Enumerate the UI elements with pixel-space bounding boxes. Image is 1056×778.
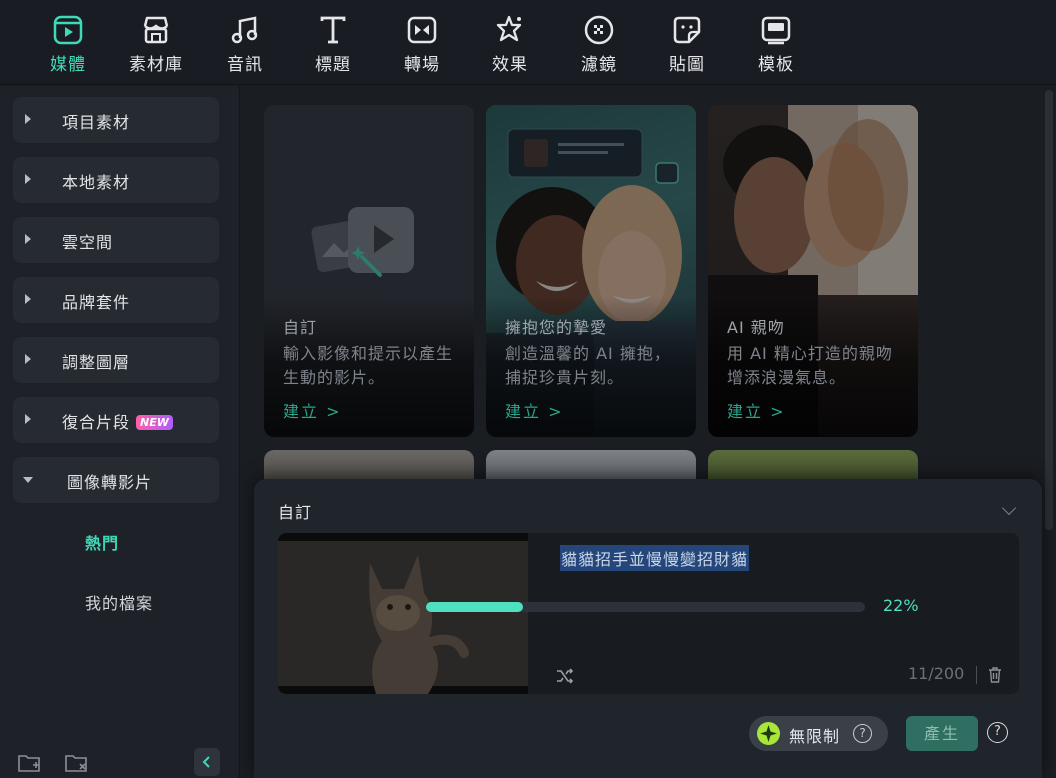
sidebar-subitem-my-files[interactable]: 我的檔案 xyxy=(85,590,153,614)
transition-icon xyxy=(407,16,437,44)
add-folder-icon[interactable] xyxy=(17,752,43,774)
tab-media[interactable]: 媒體 xyxy=(32,14,104,75)
grid-scrollbar[interactable] xyxy=(1045,90,1053,530)
media-icon xyxy=(53,15,83,45)
tab-label: 效果 xyxy=(492,55,528,75)
prompt-box: 貓貓招手並慢慢變招財貓 22% 11/200 xyxy=(278,533,1019,694)
sparkle-icon xyxy=(757,722,780,745)
tab-titles[interactable]: 標題 xyxy=(297,14,369,75)
top-toolbar: 媒體 素材庫 音訊 標題 轉場 效果 濾鏡 貼圖 模板 xyxy=(0,0,1056,85)
sidebar-item-label: 項目素材 xyxy=(62,113,131,132)
chevron-down-icon[interactable] xyxy=(1001,500,1017,516)
tab-label: 素材庫 xyxy=(129,55,183,75)
sidebar-item-adjustment-layer[interactable]: 調整圖層 xyxy=(13,337,219,383)
tab-stickers[interactable]: 貼圖 xyxy=(651,14,723,75)
create-link[interactable]: 建立 > xyxy=(283,398,342,422)
effects-star-icon xyxy=(496,15,522,42)
tab-transitions[interactable]: 轉場 xyxy=(386,14,458,75)
collapse-arrow-icon xyxy=(23,477,33,483)
tab-store[interactable]: 素材庫 xyxy=(120,14,192,75)
tab-label: 媒體 xyxy=(50,55,86,75)
sparkle-glyph-icon xyxy=(760,725,777,742)
divider xyxy=(976,666,977,684)
source-image-thumbnail[interactable] xyxy=(278,533,528,694)
tab-filters[interactable]: 濾鏡 xyxy=(563,14,635,75)
sidebar-item-local-media[interactable]: 本地素材 xyxy=(13,157,219,203)
expand-arrow-icon xyxy=(25,414,31,424)
generate-panel: 自訂 貓貓招手並慢慢變招財貓 22% 11/200 無限制 ? 產生 ? xyxy=(254,479,1042,778)
template-card-hug[interactable]: 擁抱您的摯愛 創造溫馨的 AI 擁抱，捕捉珍貴片刻。 建立 > xyxy=(486,105,696,437)
tab-effects[interactable]: 效果 xyxy=(474,14,546,75)
sidebar-item-label: 調整圖層 xyxy=(62,353,131,372)
tab-label: 貼圖 xyxy=(669,55,705,75)
tab-label: 濾鏡 xyxy=(581,55,617,75)
sidebar-item-image-to-video[interactable]: 圖像轉影片 xyxy=(13,457,219,503)
panel-title: 自訂 xyxy=(278,503,313,522)
sidebar-item-label: 雲空間 xyxy=(62,233,114,252)
filter-icon xyxy=(584,15,614,45)
card-title: 擁抱您的摯愛 xyxy=(505,318,608,337)
card-title: 自訂 xyxy=(283,318,318,337)
card-description: 創造溫馨的 AI 擁抱，捕捉珍貴片刻。 xyxy=(505,344,671,387)
tab-templates[interactable]: 模板 xyxy=(740,14,812,75)
expand-arrow-icon xyxy=(25,114,31,124)
expand-arrow-icon xyxy=(25,354,31,364)
prompt-input[interactable]: 貓貓招手並慢慢變招財貓 xyxy=(560,545,750,571)
store-icon xyxy=(143,16,169,44)
sidebar-item-project-media[interactable]: 項目素材 xyxy=(13,97,219,143)
tab-label: 標題 xyxy=(315,55,351,75)
unlimited-label: 無限制 xyxy=(789,727,841,746)
sticker-icon xyxy=(673,16,701,44)
shuffle-icon[interactable] xyxy=(556,668,574,684)
music-note-icon xyxy=(231,16,258,44)
sidebar-item-text: 復合片段 xyxy=(62,413,131,432)
create-link[interactable]: 建立 > xyxy=(727,398,786,422)
new-badge: NEW xyxy=(136,415,173,430)
tab-label: 模板 xyxy=(758,55,794,75)
progress-bar xyxy=(426,602,865,612)
question-icon[interactable]: ? xyxy=(853,724,872,743)
card-title: AI 親吻 xyxy=(727,318,785,337)
template-icon xyxy=(761,16,791,45)
remove-folder-icon[interactable] xyxy=(64,752,90,774)
progress-percent: 22% xyxy=(883,596,919,615)
sidebar-item-label: 品牌套件 xyxy=(62,293,131,312)
generate-button[interactable]: 產生 xyxy=(906,716,978,751)
expand-arrow-icon xyxy=(25,174,31,184)
sidebar-item-label: 圖像轉影片 xyxy=(67,473,153,492)
chevron-left-icon xyxy=(202,756,210,768)
template-card-custom[interactable]: 自訂 輸入影像和提示以產生生動的影片。 建立 > xyxy=(264,105,474,437)
progress-fill xyxy=(426,602,523,612)
tab-label: 轉場 xyxy=(404,55,440,75)
unlimited-button[interactable]: 無限制 ? xyxy=(749,716,888,751)
sidebar-item-cloud[interactable]: 雲空間 xyxy=(13,217,219,263)
image-to-video-icon xyxy=(311,207,414,277)
cat-image xyxy=(278,533,528,694)
card-description: 輸入影像和提示以產生生動的影片。 xyxy=(283,344,454,387)
tab-label: 音訊 xyxy=(227,55,263,75)
expand-arrow-icon xyxy=(25,234,31,244)
sidebar-item-label: 本地素材 xyxy=(62,173,131,192)
help-icon[interactable]: ? xyxy=(987,722,1008,743)
sidebar-subitem-popular[interactable]: 熱門 xyxy=(85,530,119,554)
card-description: 用 AI 精心打造的親吻增添浪漫氣息。 xyxy=(727,344,893,387)
collapse-sidebar-button[interactable] xyxy=(194,748,220,776)
sidebar-item-compound-clip[interactable]: 復合片段 NEW xyxy=(13,397,219,443)
tab-audio[interactable]: 音訊 xyxy=(209,14,281,75)
expand-arrow-icon xyxy=(25,294,31,304)
sidebar-item-brand-kit[interactable]: 品牌套件 xyxy=(13,277,219,323)
create-link[interactable]: 建立 > xyxy=(505,398,564,422)
template-card-kiss[interactable]: AI 親吻 用 AI 精心打造的親吻增添浪漫氣息。 建立 > xyxy=(708,105,918,437)
text-t-icon xyxy=(320,16,346,44)
character-counter: 11/200 xyxy=(908,664,965,683)
trash-icon[interactable] xyxy=(988,667,1002,683)
sidebar-item-label: 復合片段 NEW xyxy=(62,409,173,433)
